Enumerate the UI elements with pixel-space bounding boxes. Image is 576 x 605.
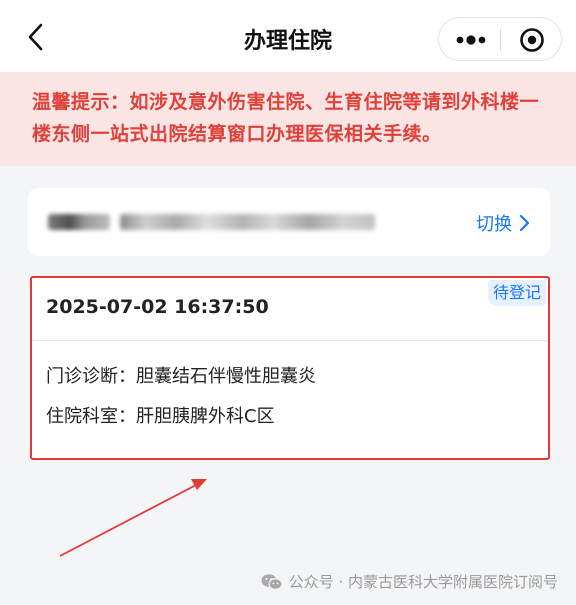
diagnosis-label: 门诊诊断：	[46, 366, 136, 387]
more-button[interactable]	[451, 26, 491, 54]
watermark-text: 公众号 · 内蒙古医科大学附属医院订阅号	[288, 573, 558, 591]
department-value: 肝胆胰脾外科C区	[136, 406, 275, 427]
more-dots-icon	[456, 35, 486, 45]
wechat-icon	[261, 573, 283, 590]
mini-program-capsule	[438, 17, 562, 61]
diagnosis-value: 胆囊结石伴慢性胆囊炎	[136, 366, 316, 387]
department-row: 住院科室：肝胆胰脾外科C区	[46, 402, 275, 428]
notice-text: 温馨提示：如涉及意外伤害住院、生育住院等请到外科楼一楼东侧一站式出院结算窗口办理…	[32, 91, 540, 145]
navigation-bar: 办理住院	[0, 0, 576, 72]
patient-card: 切换	[28, 188, 550, 256]
chevron-right-icon	[519, 214, 530, 232]
department-label: 住院科室：	[46, 406, 136, 427]
close-button[interactable]	[515, 24, 549, 56]
status-badge: 待登记	[487, 280, 546, 306]
admission-record-card[interactable]: 待登记 2025-07-02 16:37:50 门诊诊断：胆囊结石伴慢性胆囊炎 …	[30, 276, 550, 460]
capsule-divider	[500, 29, 501, 51]
diagnosis-row: 门诊诊断：胆囊结石伴慢性胆囊炎	[46, 362, 316, 388]
notice-banner: 温馨提示：如涉及意外伤害住院、生育住院等请到外科楼一楼东侧一站式出院结算窗口办理…	[0, 72, 576, 166]
patient-name-redacted	[48, 214, 110, 230]
watermark: 公众号 · 内蒙古医科大学附属医院订阅号	[261, 571, 558, 592]
target-circle-icon	[520, 28, 544, 52]
patient-id-redacted	[120, 214, 375, 230]
record-divider	[32, 340, 548, 341]
record-time: 2025-07-02 16:37:50	[46, 296, 269, 318]
switch-label: 切换	[476, 214, 512, 235]
switch-patient-button[interactable]: 切换	[476, 210, 530, 236]
